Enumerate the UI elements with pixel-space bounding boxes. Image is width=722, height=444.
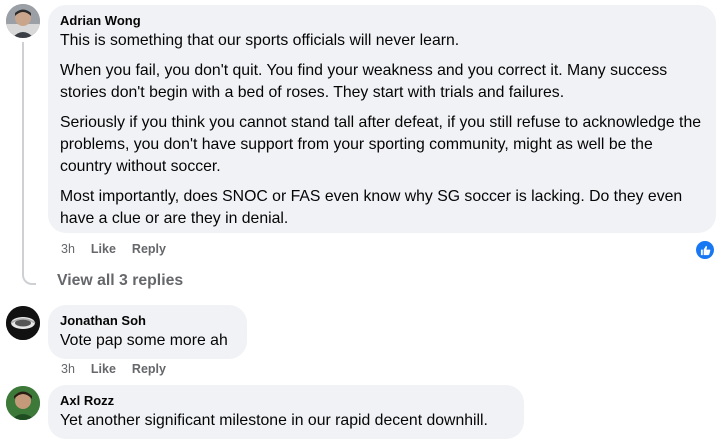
comment-author[interactable]: Jonathan Soh [60,313,235,329]
like-reaction-icon[interactable] [694,239,716,261]
comment-timestamp[interactable]: 3h [61,362,75,376]
comment-text: Most importantly, does SNOC or FAS even … [60,188,683,227]
reply-thread-connector [22,42,36,285]
comment-text: This is something that our sports offici… [60,32,460,49]
comment-text: Vote pap some more ah [60,332,228,349]
reply-button[interactable]: Reply [132,242,166,256]
comment-author[interactable]: Axl Rozz [60,393,512,409]
comment-timestamp[interactable]: 3h [61,242,75,256]
comment-text: When you fail, you don't quit. You find … [60,62,668,101]
comment-bubble: Axl Rozz Yet another significant milesto… [48,385,524,439]
avatar[interactable] [6,4,40,38]
comment-text: Seriously if you think you cannot stand … [60,114,702,175]
reply-button[interactable]: Reply [132,362,166,376]
avatar[interactable] [6,386,40,420]
comment-actions: 3h Like Reply [61,362,182,376]
comment-bubble: Jonathan Soh Vote pap some more ah [48,305,247,359]
comment-actions: 3h Like Reply [61,242,182,256]
view-replies-link[interactable]: View all 3 replies [57,272,183,290]
like-button[interactable]: Like [91,242,116,256]
avatar[interactable] [6,306,40,340]
comment-author[interactable]: Adrian Wong [60,13,704,29]
comment-text: Yet another significant milestone in our… [60,412,488,429]
comment-bubble: Adrian Wong This is something that our s… [48,5,716,233]
like-button[interactable]: Like [91,362,116,376]
